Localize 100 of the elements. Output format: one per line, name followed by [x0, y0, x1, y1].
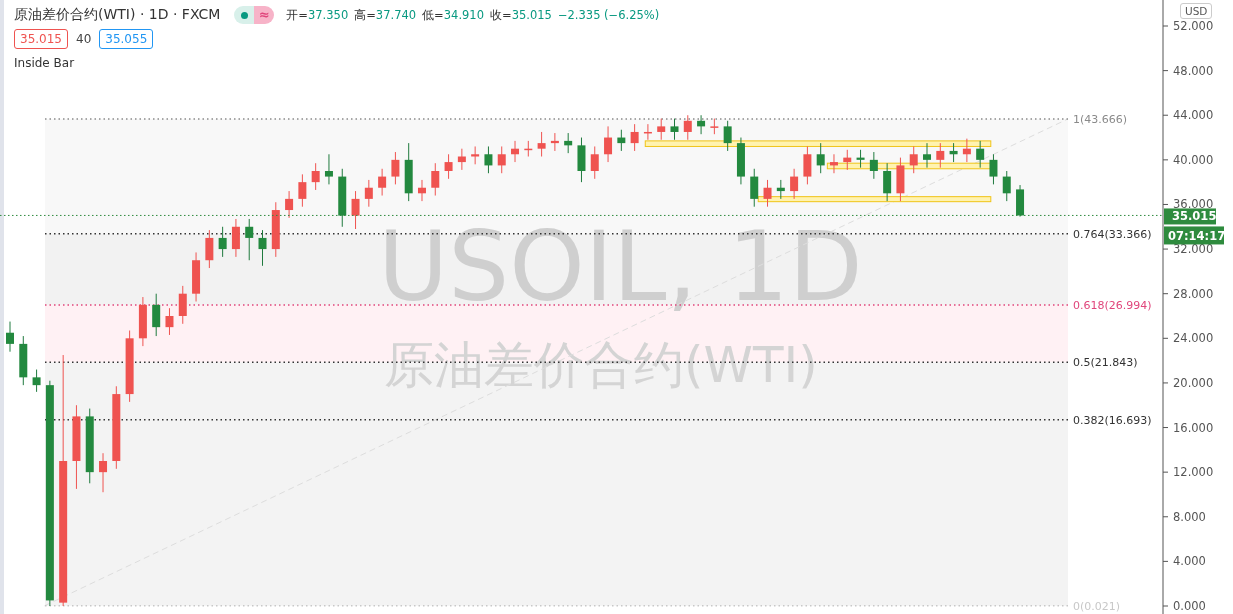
candlestick — [351, 190, 360, 230]
axis-tick-label: 0.000 — [1173, 599, 1206, 613]
spread-value: 40 — [76, 32, 92, 46]
candlestick — [152, 293, 161, 337]
candlestick — [231, 218, 240, 258]
candlestick — [205, 229, 214, 269]
candlestick — [364, 179, 373, 208]
candlestick — [444, 153, 453, 180]
candlestick — [178, 285, 187, 325]
candlestick — [657, 118, 666, 141]
candlestick — [298, 173, 307, 208]
candlestick — [218, 226, 227, 258]
candlestick — [471, 145, 480, 165]
candlestick — [311, 162, 320, 191]
candlestick — [763, 179, 772, 208]
fib-level-line[interactable] — [44, 233, 1069, 235]
axis-tick-label: 24.000 — [1173, 331, 1214, 346]
candlestick — [497, 145, 506, 174]
candlestick — [511, 140, 519, 163]
candlestick — [869, 151, 878, 180]
candlestick — [989, 153, 998, 185]
candlestick — [32, 369, 41, 393]
candlestick — [604, 125, 613, 163]
candlestick — [883, 162, 892, 202]
candlestick — [418, 179, 426, 202]
candlestick — [484, 145, 493, 174]
candlestick — [404, 142, 413, 202]
symbol-title[interactable]: 原油差价合约(WTI) · 1D · FXCM — [14, 6, 221, 24]
candlestick — [431, 162, 440, 197]
range-box[interactable] — [757, 196, 992, 203]
indicator-label[interactable]: Inside Bar — [14, 56, 75, 70]
candlestick — [790, 168, 799, 200]
fib-level-label: 0.618(26.994) — [1073, 298, 1152, 312]
candlestick — [524, 140, 533, 157]
candlestick — [697, 114, 706, 135]
candlestick — [378, 168, 387, 197]
candlestick — [630, 123, 639, 152]
candlestick — [750, 168, 759, 208]
candlestick — [856, 149, 865, 169]
candlestick — [245, 218, 254, 261]
candlestick — [338, 168, 347, 228]
candlestick — [285, 190, 294, 219]
currency-button[interactable]: USD — [1180, 3, 1213, 19]
fib-level-label: 0.5(21.843) — [1073, 356, 1138, 370]
candlestick — [564, 132, 573, 154]
candlestick — [962, 138, 971, 163]
candlestick — [258, 229, 267, 267]
candlestick — [816, 142, 825, 174]
candlestick — [324, 153, 333, 185]
axis-tick-label: 44.000 — [1173, 108, 1214, 123]
axis-tick-label: 4.000 — [1173, 554, 1206, 569]
candlestick — [1016, 184, 1025, 218]
status-icon: ≈ — [254, 6, 275, 24]
candlestick — [830, 153, 838, 174]
countdown-tag: 07:14:17 — [1164, 226, 1226, 245]
candlestick — [909, 145, 918, 174]
price-tag: 35.015 — [1164, 208, 1217, 225]
candlestick — [6, 321, 14, 353]
axis-tick-label: 52.000 — [1173, 19, 1214, 33]
axis-tick-label: 16.000 — [1173, 420, 1214, 435]
ohlc-value: 高=37.740 — [354, 7, 417, 23]
fib-level-line[interactable] — [44, 419, 1069, 421]
candlestick — [723, 120, 732, 152]
fib-level-label: 0.382(16.693) — [1073, 413, 1152, 427]
candlestick — [577, 137, 586, 183]
axis-tick-label: 20.000 — [1173, 375, 1214, 390]
axis-tick-label: 32.000 — [1173, 242, 1214, 257]
axis-tick-label: 12.000 — [1173, 465, 1214, 480]
sell-price-button[interactable]: 35.015 — [14, 29, 68, 49]
candlestick — [643, 123, 652, 141]
candlestick — [391, 151, 400, 185]
candlestick — [19, 335, 28, 386]
axis-tick-label: 40.000 — [1173, 152, 1214, 167]
fib-level-label: 1(43.666) — [1073, 112, 1128, 126]
candlestick — [710, 118, 719, 135]
candlestick — [192, 251, 201, 302]
candlestick — [165, 307, 174, 336]
axis-tick-label: 48.000 — [1173, 63, 1214, 78]
change-value: −2.335 (−6.25%) — [557, 8, 660, 22]
candlestick — [736, 137, 745, 185]
candlestick — [976, 140, 985, 169]
ohlc-value: 低=34.910 — [422, 7, 484, 23]
axis-tick-label: 8.000 — [1173, 509, 1206, 524]
ohlc-value: 收=35.015 — [490, 7, 552, 23]
candlestick — [550, 132, 559, 152]
candlestick — [457, 148, 466, 171]
candlestick — [590, 145, 599, 180]
candlestick — [936, 142, 945, 169]
candlestick — [896, 157, 905, 202]
axis-tick-label: 28.000 — [1173, 286, 1214, 301]
range-box[interactable] — [644, 140, 992, 147]
candlestick — [923, 142, 931, 169]
status-dot-icon — [240, 11, 248, 19]
candlestick — [803, 145, 812, 185]
fib-level-label: 0.764(33.366) — [1073, 227, 1152, 241]
candlestick — [99, 452, 108, 493]
candlestick — [949, 142, 958, 163]
ohlc-value: 开=37.350 — [286, 7, 349, 23]
candlestick — [1002, 170, 1011, 202]
candlestick — [776, 179, 785, 200]
